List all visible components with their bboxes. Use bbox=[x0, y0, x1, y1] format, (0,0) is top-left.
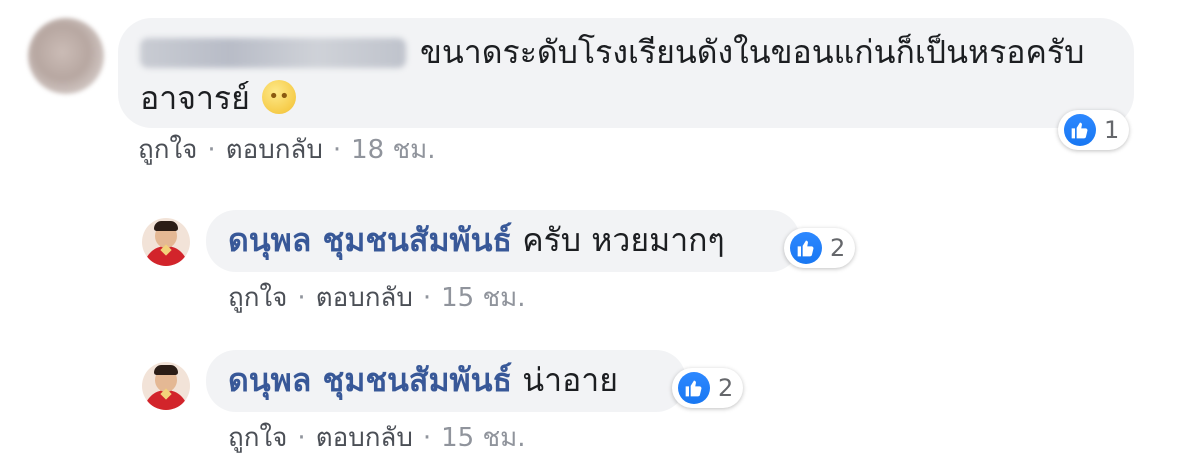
reply-message: น่าอาย bbox=[522, 361, 618, 399]
separator: · bbox=[207, 135, 216, 165]
reply-text: ดนุพล ชุมชนสัมพันธ์ น่าอาย bbox=[228, 360, 618, 400]
separator: · bbox=[297, 283, 306, 313]
like-link[interactable]: ถูกใจ bbox=[138, 135, 197, 165]
main-comment-reactions[interactable]: 1 bbox=[1058, 110, 1130, 150]
like-icon bbox=[790, 232, 822, 264]
reaction-count: 1 bbox=[1104, 116, 1120, 144]
main-comment-text-line1: ขนาดระดับโรงเรียนดังในขอนแก่นก็เป็นหรอคร… bbox=[420, 33, 1085, 71]
reply-message: ครับ หวยมากๆ bbox=[522, 221, 725, 259]
timestamp[interactable]: 15 ชม. bbox=[441, 423, 525, 453]
reaction-count: 2 bbox=[718, 374, 734, 402]
reply-reactions[interactable]: 2 bbox=[672, 368, 744, 408]
main-comment-text-line2: อาจารย์ bbox=[140, 79, 250, 117]
separator: · bbox=[297, 423, 306, 453]
reply-avatar[interactable] bbox=[142, 362, 190, 410]
reply-avatar[interactable] bbox=[142, 218, 190, 266]
reply-text: ดนุพล ชุมชนสัมพันธ์ ครับ หวยมากๆ bbox=[228, 220, 725, 260]
commenter-name-redacted[interactable] bbox=[140, 38, 406, 68]
reply-link[interactable]: ตอบกลับ bbox=[316, 283, 413, 313]
timestamp[interactable]: 15 ชม. bbox=[441, 283, 525, 313]
like-link[interactable]: ถูกใจ bbox=[228, 283, 287, 313]
reply-link[interactable]: ตอบกลับ bbox=[226, 135, 323, 165]
reply-author-link[interactable]: ดนุพล ชุมชนสัมพันธ์ bbox=[228, 221, 512, 259]
main-comment-actions: ถูกใจ · ตอบกลับ · 18 ชม. bbox=[138, 134, 436, 166]
like-link[interactable]: ถูกใจ bbox=[228, 423, 287, 453]
separator: · bbox=[422, 283, 432, 313]
like-icon bbox=[1064, 114, 1096, 146]
timestamp[interactable]: 18 ชม. bbox=[351, 135, 435, 165]
separator: · bbox=[332, 135, 342, 165]
like-icon bbox=[678, 372, 710, 404]
reply-actions: ถูกใจ · ตอบกลับ · 15 ชม. bbox=[228, 422, 526, 454]
reaction-count: 2 bbox=[830, 234, 846, 262]
separator: · bbox=[422, 423, 432, 453]
pensive-face-icon: •• bbox=[262, 80, 296, 114]
reply-link[interactable]: ตอบกลับ bbox=[316, 423, 413, 453]
reply-actions: ถูกใจ · ตอบกลับ · 15 ชม. bbox=[228, 282, 526, 314]
reply-reactions[interactable]: 2 bbox=[784, 228, 856, 268]
reply-author-link[interactable]: ดนุพล ชุมชนสัมพันธ์ bbox=[228, 361, 512, 399]
commenter-avatar-blurred[interactable] bbox=[28, 18, 104, 94]
